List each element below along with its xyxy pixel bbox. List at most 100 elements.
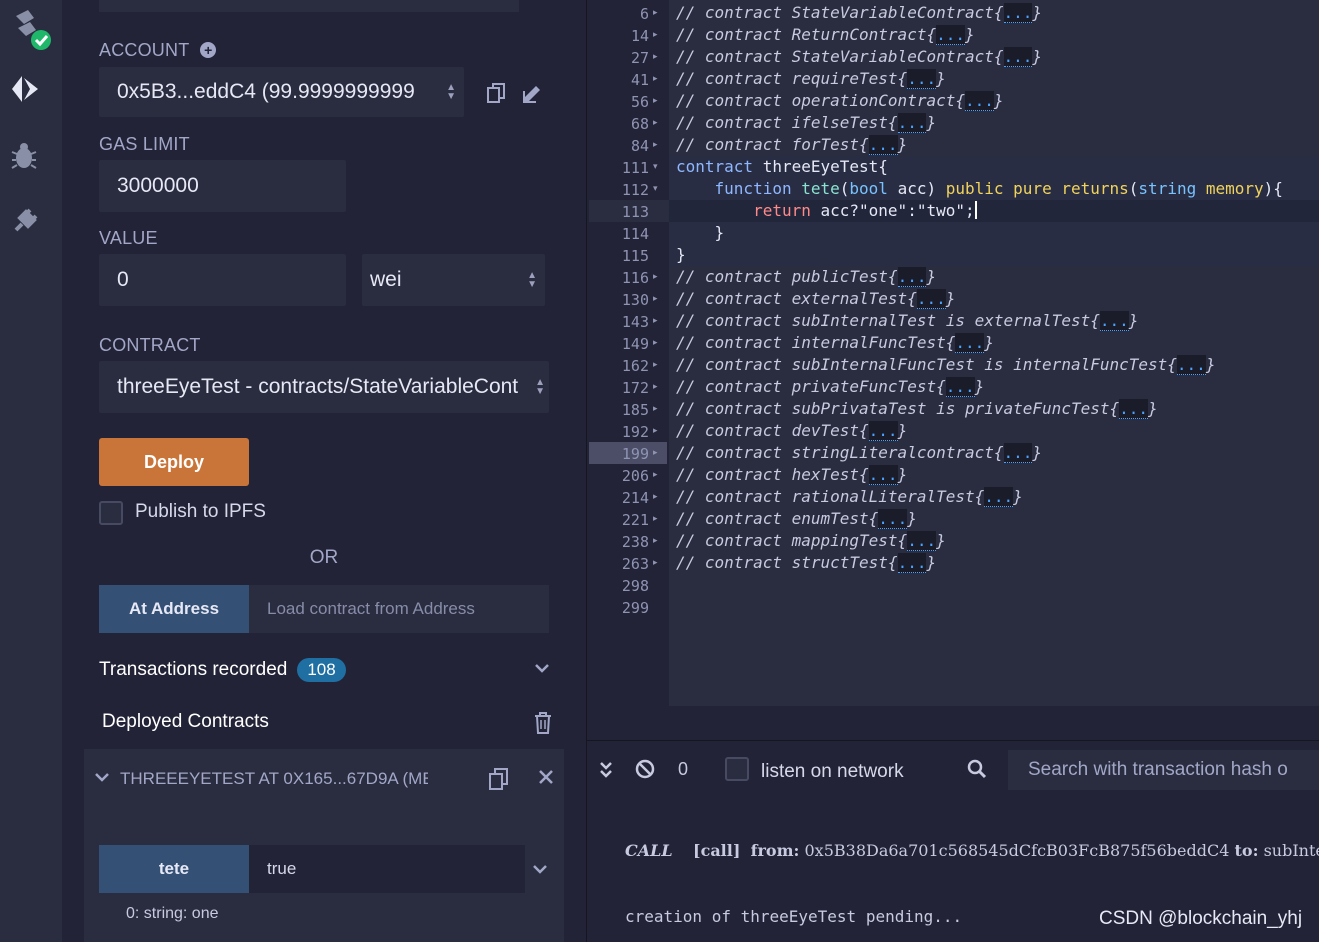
deploy-button[interactable]: Deploy (99, 438, 249, 486)
value-unit-select[interactable]: wei ▲ ▼ (362, 254, 545, 306)
log-from-value: 0x5B38Da6a701c568545dCfcB03FcB875f56bedd… (804, 841, 1230, 860)
code-line: // contract publicTest{...} (676, 267, 937, 287)
value-label: VALUE (99, 228, 158, 248)
fold-collapsed-icon[interactable]: ▸ (653, 96, 658, 106)
scope-highlight (669, 222, 1319, 244)
deploy-run-panel: ACCOUNT + 0x5B3...eddC4 (99.9999999999 ▲… (62, 0, 587, 942)
function-arg-input[interactable]: true (249, 845, 525, 893)
plugin-manager-icon[interactable] (8, 204, 42, 238)
fold-collapsed-icon[interactable]: ▸ (653, 448, 658, 458)
line-number: 172 (621, 379, 649, 397)
code-line: // contract operationContract{...} (676, 91, 1004, 111)
function-tete-button[interactable]: tete (99, 845, 249, 893)
publish-ipfs-checkbox[interactable] (99, 501, 123, 525)
debugger-icon[interactable] (8, 140, 42, 174)
fold-collapsed-icon[interactable]: ▸ (653, 272, 658, 282)
line-number: 115 (621, 247, 649, 265)
fold-collapsed-icon[interactable]: ▸ (653, 140, 658, 150)
fold-expanded-icon[interactable]: ▾ (653, 162, 658, 172)
fold-collapsed-icon[interactable]: ▸ (653, 514, 658, 524)
fold-collapsed-icon[interactable]: ▸ (653, 338, 658, 348)
edit-account-icon[interactable] (522, 82, 544, 109)
at-address-button[interactable]: At Address (99, 585, 249, 633)
fold-collapsed-icon[interactable]: ▸ (653, 382, 658, 392)
fold-collapsed-icon[interactable]: ▸ (653, 74, 658, 84)
select-arrows-icon: ▲ ▼ (535, 377, 545, 397)
listen-network-checkbox[interactable] (725, 757, 749, 781)
close-icon[interactable] (538, 769, 554, 790)
line-number: 114 (621, 225, 649, 243)
trash-icon[interactable] (534, 712, 552, 739)
contract-select[interactable]: threeEyeTest - contracts/StateVariableCo… (99, 361, 549, 413)
fold-collapsed-icon[interactable]: ▸ (653, 316, 658, 326)
contract-value: threeEyeTest - contracts/StateVariableCo… (117, 375, 519, 398)
code-line: // contract stringLiteralcontract{...} (676, 443, 1043, 463)
chevron-down-icon[interactable] (94, 769, 110, 790)
collapse-terminal-icon[interactable] (599, 761, 613, 784)
code-line: // contract subInternalTest is externalT… (676, 311, 1139, 331)
code-line: // contract requireTest{...} (676, 69, 946, 89)
code-line: return acc?"one":"two"; (753, 201, 977, 220)
line-number: 149 (621, 335, 649, 353)
value-input[interactable]: 0 (99, 254, 346, 306)
contract-label: CONTRACT (99, 335, 201, 355)
line-number: 185 (621, 401, 649, 419)
gas-limit-input[interactable]: 3000000 (99, 160, 346, 212)
code-line: // contract mappingTest{...} (676, 531, 946, 551)
line-number: 238 (621, 533, 649, 551)
line-number: 113 (621, 203, 649, 221)
log-to-value: subIntern (1263, 841, 1319, 860)
instance-title[interactable]: THREEEYETEST AT 0X165...67D9A (MEM( (120, 769, 428, 789)
fold-collapsed-icon[interactable]: ▸ (653, 8, 658, 18)
log-call-entry[interactable]: CALL [call] from: 0x5B38Da6a701c568545dC… (625, 841, 1319, 860)
log-pending-entry: creation of threeEyeTest pending... (625, 907, 963, 926)
code-line: // contract structTest{...} (676, 553, 937, 573)
line-number: 162 (621, 357, 649, 375)
line-number: 221 (621, 511, 649, 529)
fold-collapsed-icon[interactable]: ▸ (653, 492, 658, 502)
watermark: CSDN @blockchain_yhj (1099, 908, 1303, 929)
line-number: 130 (621, 291, 649, 309)
line-number: 206 (621, 467, 649, 485)
copy-account-icon[interactable] (486, 82, 506, 109)
fold-collapsed-icon[interactable]: ▸ (653, 360, 658, 370)
search-icon (967, 759, 987, 784)
clear-console-icon[interactable] (635, 759, 655, 784)
chevron-down-icon[interactable] (534, 660, 550, 681)
fold-collapsed-icon[interactable]: ▸ (653, 558, 658, 568)
transactions-recorded[interactable]: Transactions recorded 108 (99, 658, 346, 682)
line-number: 41 (630, 71, 649, 89)
account-select[interactable]: 0x5B3...eddC4 (99.9999999999 ▲ ▼ (99, 67, 464, 117)
deploy-run-icon[interactable] (8, 72, 42, 106)
line-number: 143 (621, 313, 649, 331)
select-arrows-icon: ▲ ▼ (446, 82, 456, 102)
environment-select-edge[interactable] (99, 0, 519, 12)
fold-collapsed-icon[interactable]: ▸ (653, 426, 658, 436)
fold-collapsed-icon[interactable]: ▸ (653, 536, 658, 546)
transaction-search-input[interactable]: Search with transaction hash o (1008, 750, 1319, 790)
code-editor[interactable]: 6 ▸ // contract StateVariableContract{...}… (587, 0, 1319, 706)
fold-collapsed-icon[interactable]: ▸ (653, 404, 658, 414)
line-number: 14 (630, 27, 649, 45)
line-number: 68 (630, 115, 649, 133)
fold-collapsed-icon[interactable]: ▸ (653, 470, 658, 480)
line-number: 112 (621, 181, 649, 199)
fold-collapsed-icon[interactable]: ▸ (653, 30, 658, 40)
value-unit: wei (370, 268, 402, 291)
copy-address-icon[interactable] (488, 767, 510, 796)
remix-logo-icon[interactable] (8, 6, 51, 50)
fold-collapsed-icon[interactable]: ▸ (653, 294, 658, 304)
fold-expanded-icon[interactable]: ▾ (653, 184, 658, 194)
at-address-input[interactable]: Load contract from Address (249, 585, 549, 633)
code-line: // contract forTest{...} (676, 135, 908, 155)
line-number: 56 (630, 93, 649, 111)
gas-limit-label: GAS LIMIT (99, 134, 190, 154)
chevron-down-icon[interactable] (532, 861, 548, 882)
line-number: 27 (630, 49, 649, 67)
transactions-count-badge: 108 (297, 658, 346, 682)
gas-limit-value: 3000000 (117, 174, 199, 197)
line-number: 84 (630, 137, 649, 155)
fold-collapsed-icon[interactable]: ▸ (653, 118, 658, 128)
add-account-icon[interactable]: + (200, 42, 217, 58)
fold-collapsed-icon[interactable]: ▸ (653, 52, 658, 62)
